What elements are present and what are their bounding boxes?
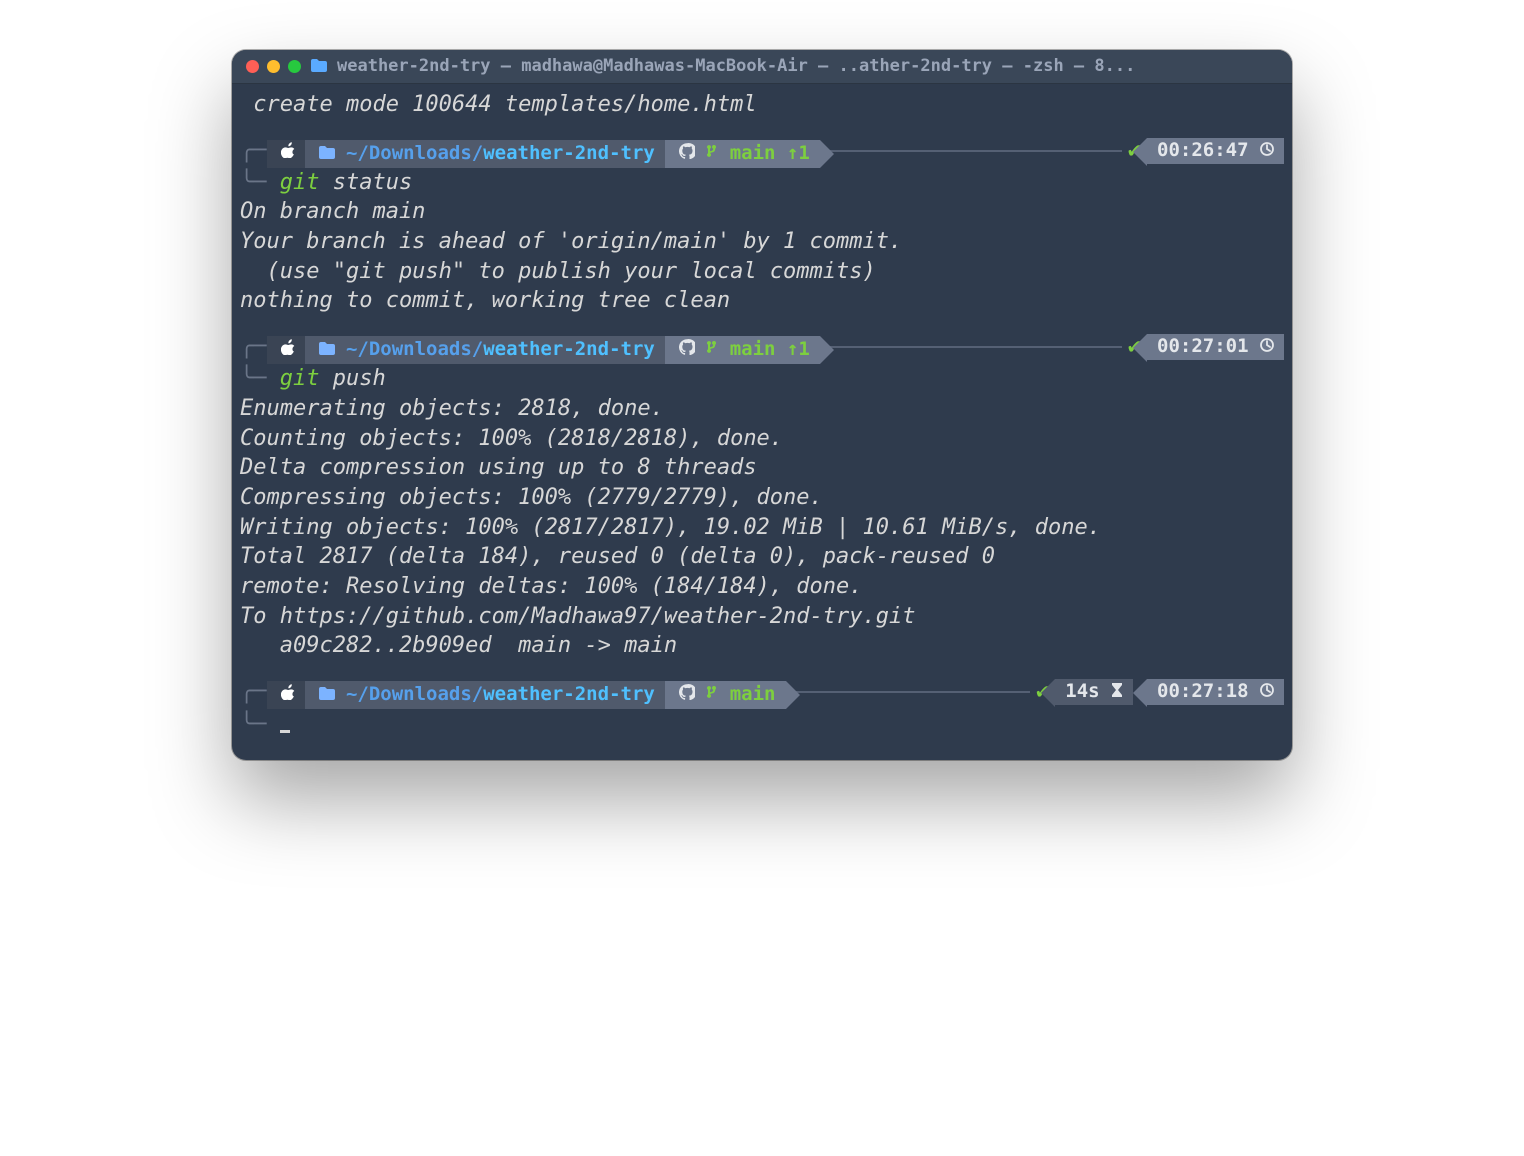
prompt-row: ╭─ ~/Downloads/weather-2nd-try [240, 330, 1284, 364]
scrollback-line: create mode 100644 templates/home.html [240, 90, 1284, 120]
output-line: On branch main [240, 197, 1284, 227]
output-line: To https://github.com/Madhawa97/weather-… [240, 602, 1284, 632]
branch-name: main [730, 682, 776, 708]
prompt-time: 00:27:01 [1157, 334, 1249, 360]
prompt-rule [826, 346, 1122, 348]
hourglass-icon [1111, 679, 1123, 705]
apple-icon [281, 684, 295, 707]
output-line: Your branch is ahead of 'origin/main' by… [240, 227, 1284, 257]
output-line: (use "git push" to publish your local co… [240, 257, 1284, 287]
command-keyword: git [280, 170, 320, 195]
github-icon [679, 337, 695, 363]
titlebar[interactable]: weather-2nd-try — madhawa@Madhawas-MacBo… [232, 50, 1292, 84]
path-name: weather-2nd-try [483, 337, 655, 363]
output-line: a09c282..2b909ed main -> main [240, 631, 1284, 661]
maximize-button[interactable] [288, 60, 301, 73]
output-line: nothing to commit, working tree clean [240, 286, 1284, 316]
branch-name: main [730, 141, 776, 167]
window-title: weather-2nd-try — madhawa@Madhawas-MacBo… [337, 55, 1278, 78]
prompt-rule [826, 150, 1122, 152]
path-name: weather-2nd-try [483, 682, 655, 708]
cursor [280, 709, 290, 733]
branch-icon [706, 337, 718, 363]
folder-icon [319, 141, 335, 167]
branch-icon [706, 141, 718, 167]
prompt-time: 00:26:47 [1157, 138, 1249, 164]
clock-icon [1260, 679, 1274, 705]
ahead-count: ↑1 [787, 141, 810, 167]
duration-segment: 14s [1055, 679, 1133, 705]
prompt-time: 00:27:18 [1157, 679, 1249, 705]
folder-icon [319, 682, 335, 708]
apple-icon [281, 339, 295, 362]
branch-icon [706, 682, 718, 708]
terminal-area[interactable]: create mode 100644 templates/home.html ╭… [232, 84, 1292, 760]
output-line: Total 2817 (delta 184), reused 0 (delta … [240, 542, 1284, 572]
command-line[interactable]: ╰─ git push [240, 364, 1284, 394]
prompt-row: ╭─ ~/Downloads/weather-2nd-try [240, 134, 1284, 168]
branch-name: main [730, 337, 776, 363]
terminal-window: weather-2nd-try — madhawa@Madhawas-MacBo… [232, 50, 1292, 760]
output-line: Enumerating objects: 2818, done. [240, 394, 1284, 424]
command-line[interactable]: ╰─ git status [240, 168, 1284, 198]
apple-icon [281, 142, 295, 165]
github-icon [679, 682, 695, 708]
output-line: Compressing objects: 100% (2779/2779), d… [240, 483, 1284, 513]
clock-icon [1260, 334, 1274, 360]
minimize-button[interactable] [267, 60, 280, 73]
folder-icon [311, 56, 327, 78]
prompt-row: ╭─ ~/Downloads/weather-2nd-try [240, 675, 1284, 709]
close-button[interactable] [246, 60, 259, 73]
command-args: push [320, 366, 386, 391]
prompt-duration: 14s [1065, 679, 1099, 705]
path-prefix: ~/Downloads/ [346, 337, 483, 363]
path-prefix: ~/Downloads/ [346, 682, 483, 708]
path-name: weather-2nd-try [483, 141, 655, 167]
output-line: Counting objects: 100% (2818/2818), done… [240, 424, 1284, 454]
output-line: Delta compression using up to 8 threads [240, 453, 1284, 483]
command-keyword: git [280, 366, 320, 391]
github-icon [679, 141, 695, 167]
prompt-rule [792, 691, 1031, 693]
clock-icon [1260, 138, 1274, 164]
output-line: Writing objects: 100% (2817/2817), 19.02… [240, 513, 1284, 543]
folder-icon [319, 337, 335, 363]
window-controls [246, 60, 301, 73]
ahead-count: ↑1 [787, 337, 810, 363]
command-line[interactable]: ╰─ [240, 709, 1284, 740]
path-prefix: ~/Downloads/ [346, 141, 483, 167]
command-args: status [320, 170, 413, 195]
output-line: remote: Resolving deltas: 100% (184/184)… [240, 572, 1284, 602]
